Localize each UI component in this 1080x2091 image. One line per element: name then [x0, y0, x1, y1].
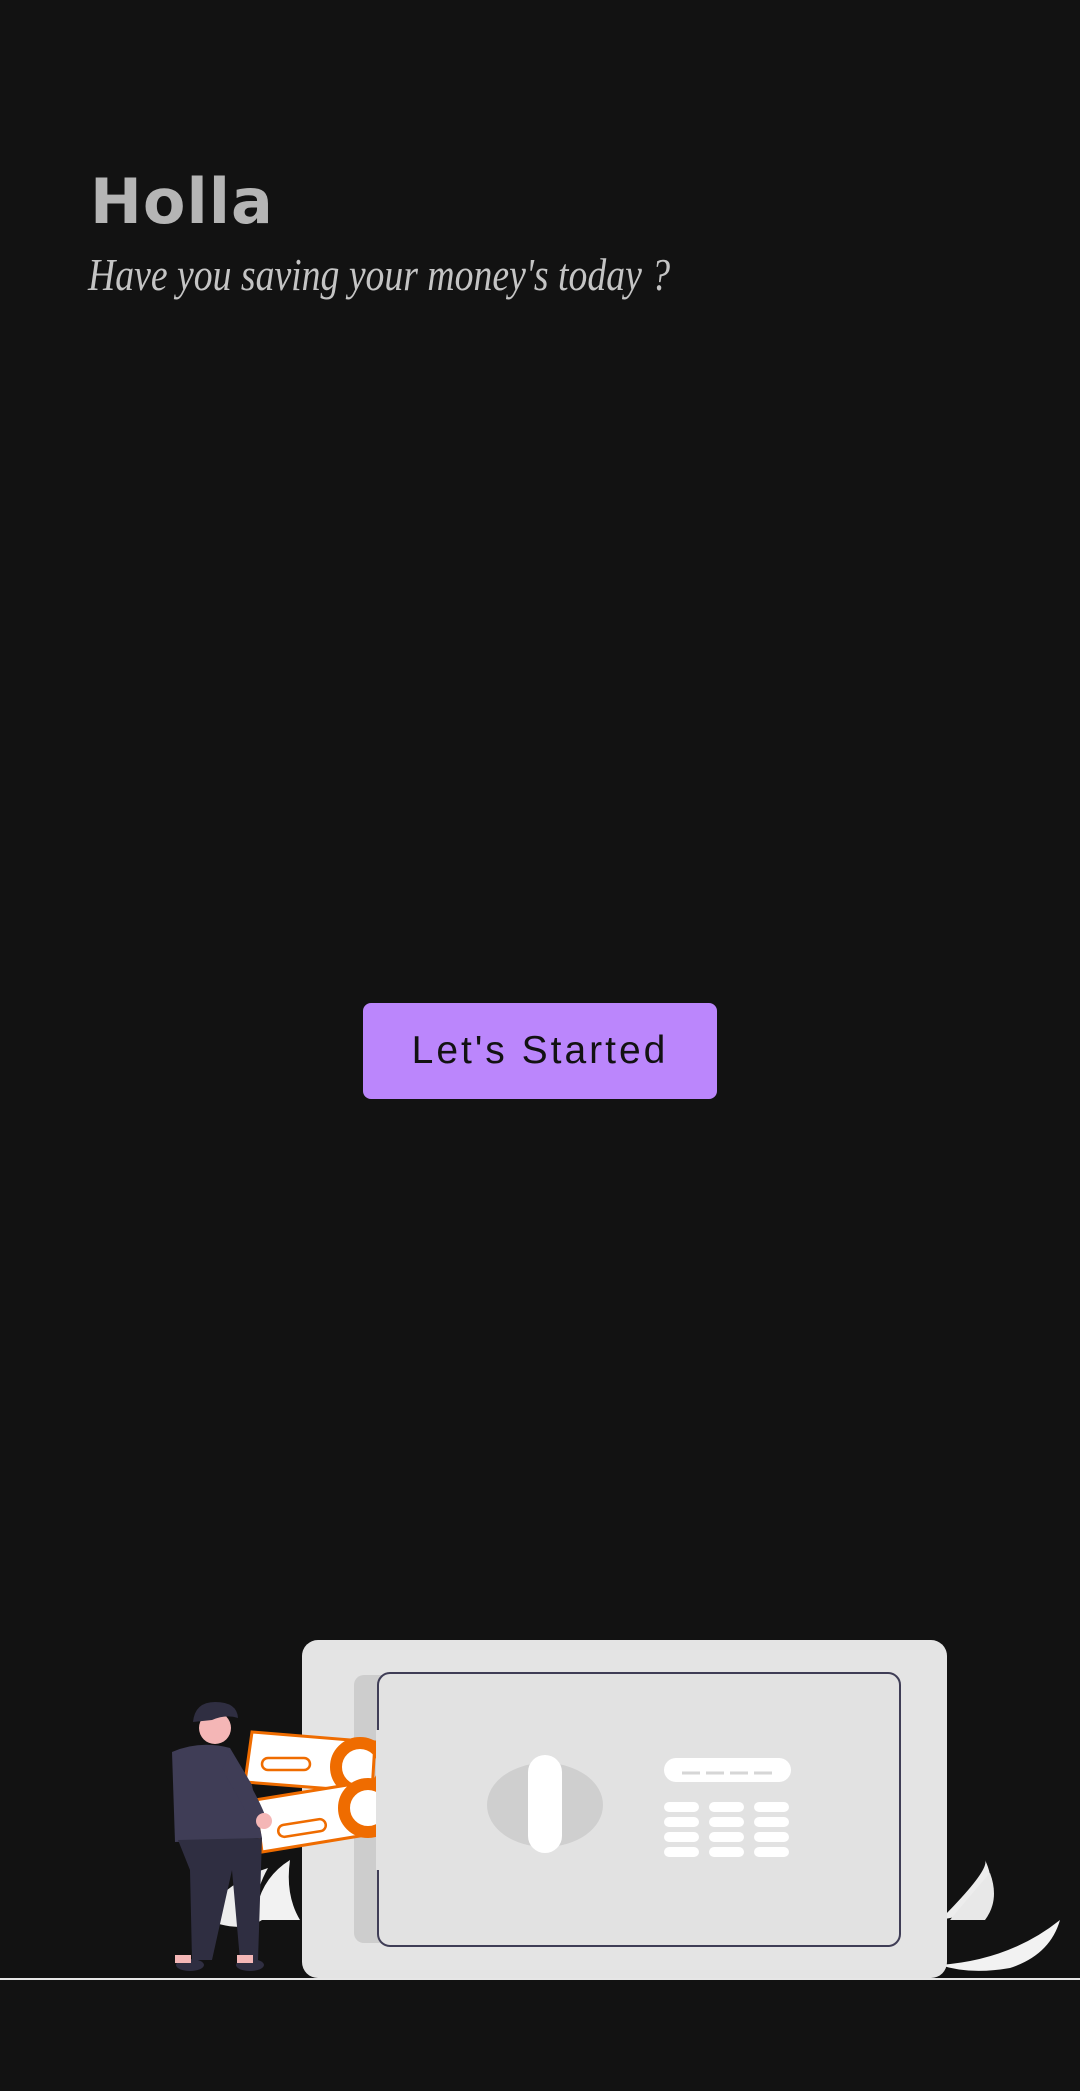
- start-button[interactable]: Let's Started: [363, 1003, 717, 1099]
- greeting-subtitle: Have you saving your money's today ?: [88, 249, 671, 300]
- safe-illustration: [0, 1640, 1080, 1980]
- leaf-right-icon: [940, 1860, 1060, 1971]
- greeting-title: Holla: [90, 165, 274, 238]
- welcome-screen: Holla Have you saving your money's today…: [0, 0, 1080, 2091]
